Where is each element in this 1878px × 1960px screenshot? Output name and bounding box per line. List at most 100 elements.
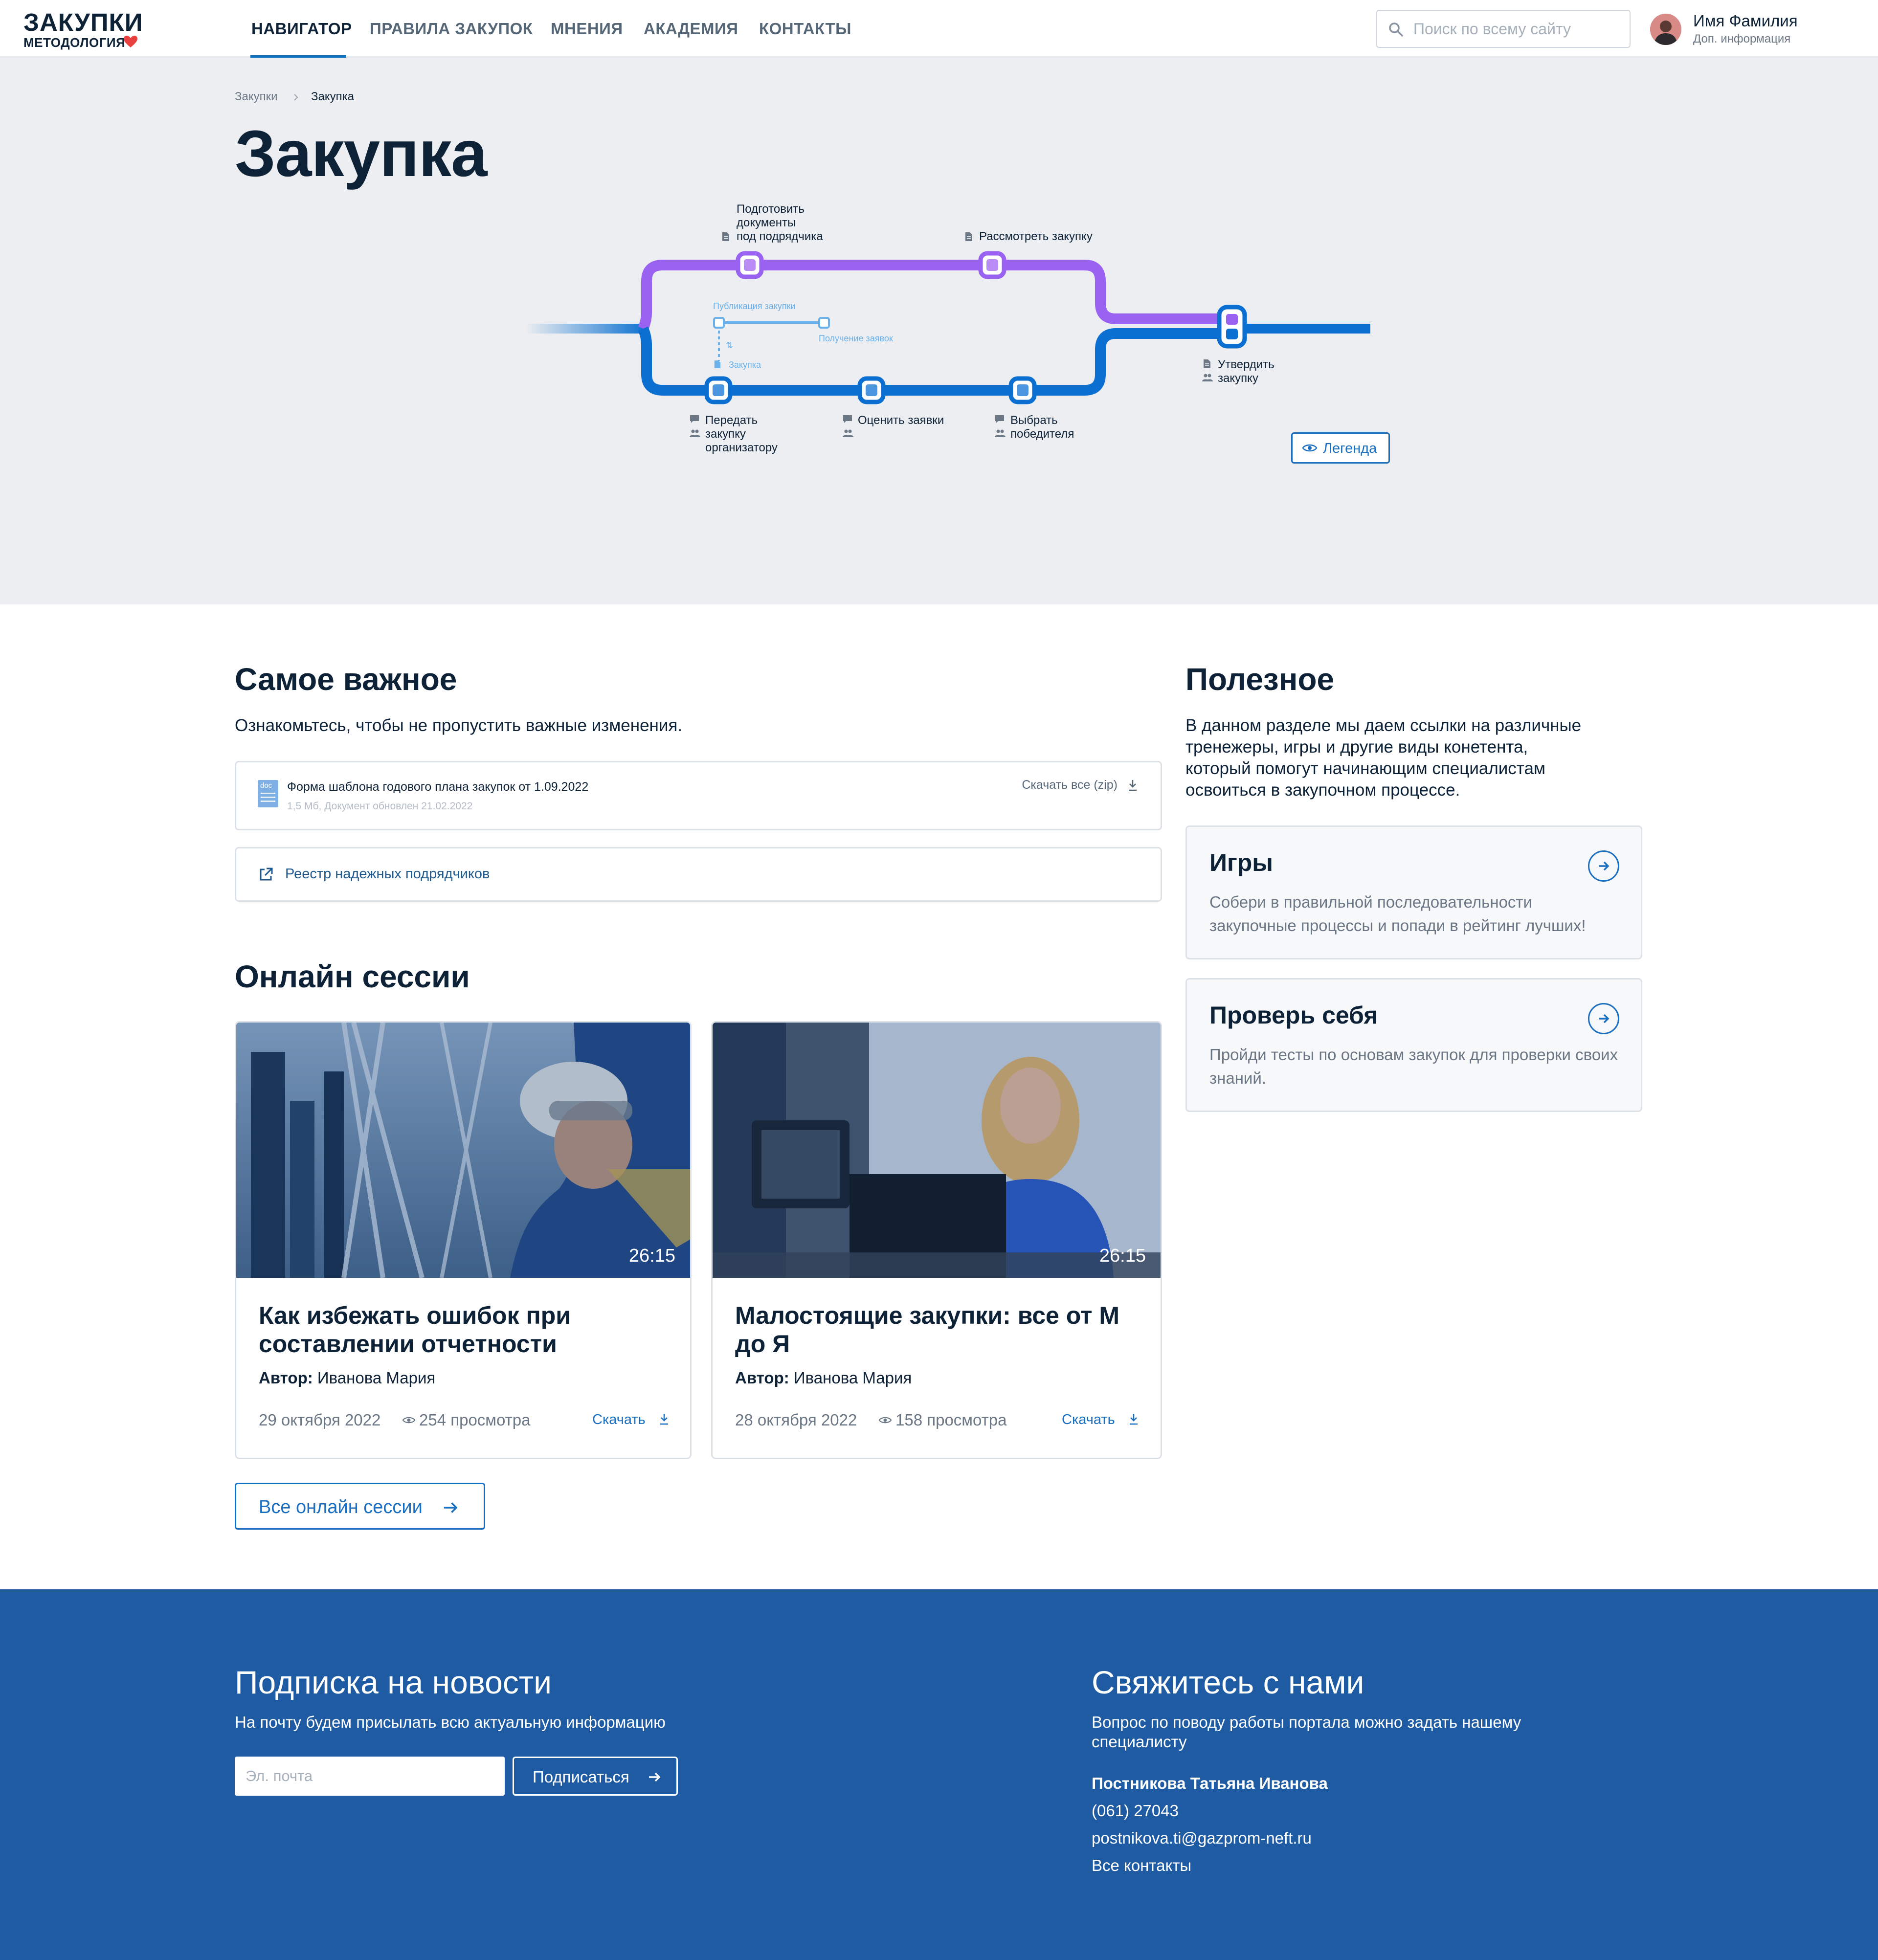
nav-opinions[interactable]: МНЕНИЯ (551, 20, 623, 38)
self-test-card-title: Проверь себя (1209, 1002, 1378, 1029)
breadcrumb-item-current: Закупка (311, 90, 354, 103)
document-icon (1204, 359, 1210, 368)
footer: Подписка на новости На почту будем присы… (0, 1589, 1878, 1960)
logo-subtitle: МЕТОДОЛОГИЯ (23, 35, 126, 50)
user-name[interactable]: Имя Фамилия (1693, 12, 1798, 30)
users-icon (843, 429, 853, 437)
session-date: 28 октября 2022 (735, 1411, 857, 1429)
external-link-icon (260, 868, 273, 881)
doc-meta: 1,5 Мб, Документ обновлен 21.02.2022 (287, 801, 473, 812)
search-input[interactable] (1412, 11, 1623, 47)
nav-academy[interactable]: АКАДЕМИЯ (644, 20, 738, 38)
map-sub-arrows: ⇅ (726, 340, 733, 350)
session-duration: 26:15 (628, 1246, 675, 1266)
session-thumbnail[interactable]: 26:15 (236, 1023, 690, 1278)
subscribe-button[interactable]: Подписаться (513, 1757, 678, 1796)
search-box[interactable] (1376, 10, 1631, 48)
map-exit-line (1230, 324, 1370, 334)
comment-icon (843, 415, 852, 423)
breadcrumb-chevron-icon (294, 94, 298, 101)
subscribe-button-label: Подписаться (533, 1768, 629, 1786)
legend-button-label: Легенда (1323, 441, 1377, 456)
session-date: 29 октября 2022 (259, 1411, 381, 1429)
download-icon[interactable] (1128, 1413, 1139, 1425)
registry-link-label[interactable]: Реестр надежных подрядчиков (285, 866, 490, 882)
session-thumbnail[interactable]: 26:15 (713, 1023, 1161, 1278)
map-station-approve (1217, 305, 1247, 349)
page-title: Закупка (235, 117, 488, 190)
all-contacts-link[interactable]: Все контакты (1092, 1856, 1191, 1875)
session-download-link[interactable]: Скачать (1062, 1412, 1115, 1428)
download-icon[interactable] (659, 1413, 670, 1425)
nav-navigator[interactable]: НАВИГАТОР (251, 20, 352, 38)
heart-icon (124, 36, 137, 47)
comment-icon (690, 415, 699, 423)
map-purple-route (638, 260, 1232, 331)
document-icon (722, 232, 729, 241)
users-icon (1202, 374, 1213, 381)
session-author: Автор: Иванова Мария (259, 1369, 436, 1387)
session-author: Автор: Иванова Мария (735, 1369, 912, 1387)
user-subtitle: Доп. информация (1693, 32, 1791, 45)
games-card-desc: Собери в правильной последовательности з… (1209, 893, 1586, 935)
map-blue-route (638, 326, 1232, 396)
arrow-right-icon[interactable] (1588, 850, 1619, 882)
email-field[interactable] (235, 1757, 505, 1796)
map-label-review[interactable]: Рассмотреть закупку (979, 230, 1093, 244)
contact-phone[interactable]: (061) 27043 (1092, 1802, 1179, 1820)
arrow-right-icon[interactable] (1588, 1003, 1619, 1034)
map-label-evaluate[interactable]: Оценить заявки (858, 414, 944, 427)
self-test-card-desc: Пройди тесты по основам закупок для пров… (1209, 1046, 1618, 1087)
important-title: Самое важное (235, 662, 457, 697)
sessions-title: Онлайн сессии (235, 959, 470, 994)
map-label-prepare-docs[interactable]: Подготовить документы под подрядчика (737, 202, 823, 244)
email-input[interactable] (235, 1757, 505, 1796)
session-title[interactable]: Малостоящие закупки: все от М до Я (735, 1301, 1156, 1358)
arrow-right-icon (444, 1502, 458, 1513)
games-card[interactable]: Игры Собери в правильной последовательно… (1185, 825, 1642, 959)
self-test-card[interactable]: Проверь себя Пройди тесты по основам зак… (1185, 978, 1642, 1112)
session-card[interactable]: 26:15 Как избежать ошибок при составлени… (235, 1021, 692, 1459)
contact-email[interactable]: postnikova.ti@gazprom-neft.ru (1092, 1829, 1312, 1848)
download-icon[interactable] (1127, 779, 1138, 792)
doc-name[interactable]: Форма шаблона годового плана закупок от … (287, 780, 588, 794)
breadcrumb-item-procurements[interactable]: Закупки (235, 90, 278, 104)
registry-link-card[interactable]: Реестр надежных подрядчиков (235, 847, 1162, 902)
games-card-title: Игры (1209, 849, 1274, 876)
legend-button[interactable]: Легенда (1291, 432, 1390, 464)
session-title[interactable]: Как избежать ошибок при составлении отче… (259, 1301, 679, 1358)
contact-text: Вопрос по поводу работы портала можно за… (1092, 1713, 1521, 1751)
doc-file-icon: doc (258, 780, 278, 807)
all-sessions-button[interactable]: Все онлайн сессии (235, 1483, 485, 1530)
map-label-applications[interactable]: Получение заявок (819, 334, 893, 344)
users-icon (690, 429, 700, 437)
avatar[interactable] (1650, 14, 1681, 45)
download-all-link[interactable]: Скачать все (zip) (1022, 778, 1118, 792)
nav-rules[interactable]: ПРАВИЛА ЗАКУПОК (370, 20, 533, 38)
session-card[interactable]: 26:15 Малостоящие закупки: все от М до Я… (711, 1021, 1162, 1459)
search-icon (1389, 22, 1403, 37)
map-label-publication[interactable]: Публикация закупки (713, 301, 796, 312)
user-photo (1650, 14, 1681, 45)
map-label-winner[interactable]: Выбрать победителя (1010, 414, 1074, 441)
useful-title: Полезное (1185, 662, 1335, 697)
nav-contacts[interactable]: КОНТАКТЫ (759, 20, 851, 38)
map-label-transfer[interactable]: Передать закупку организатору (705, 414, 778, 455)
map-sub-station-start (713, 317, 725, 329)
map-label-sub-doc[interactable]: Закупка (729, 360, 761, 370)
logo-title[interactable]: ЗАКУПКИ (23, 8, 143, 37)
document-card[interactable]: doc Форма шаблона годового плана закупок… (235, 761, 1162, 830)
document-icon (714, 360, 721, 368)
session-duration: 26:15 (1099, 1246, 1146, 1266)
session-download-link[interactable]: Скачать (592, 1412, 646, 1428)
comment-icon (995, 415, 1004, 423)
eye-icon (1302, 444, 1317, 452)
session-views: 254 просмотра (419, 1411, 531, 1429)
document-icon (965, 232, 972, 241)
subscribe-title: Подписка на новости (235, 1664, 552, 1700)
top-bar: ЗАКУПКИ МЕТОДОЛОГИЯ НАВИГАТОР ПРАВИЛА ЗА… (0, 0, 1878, 58)
contact-name: Постникова Татьяна Иванова (1092, 1774, 1328, 1792)
subscribe-text: На почту будем присылать всю актуальную … (235, 1713, 666, 1731)
map-label-approve[interactable]: Утвердить закупку (1218, 358, 1274, 385)
eye-icon (402, 1417, 415, 1424)
